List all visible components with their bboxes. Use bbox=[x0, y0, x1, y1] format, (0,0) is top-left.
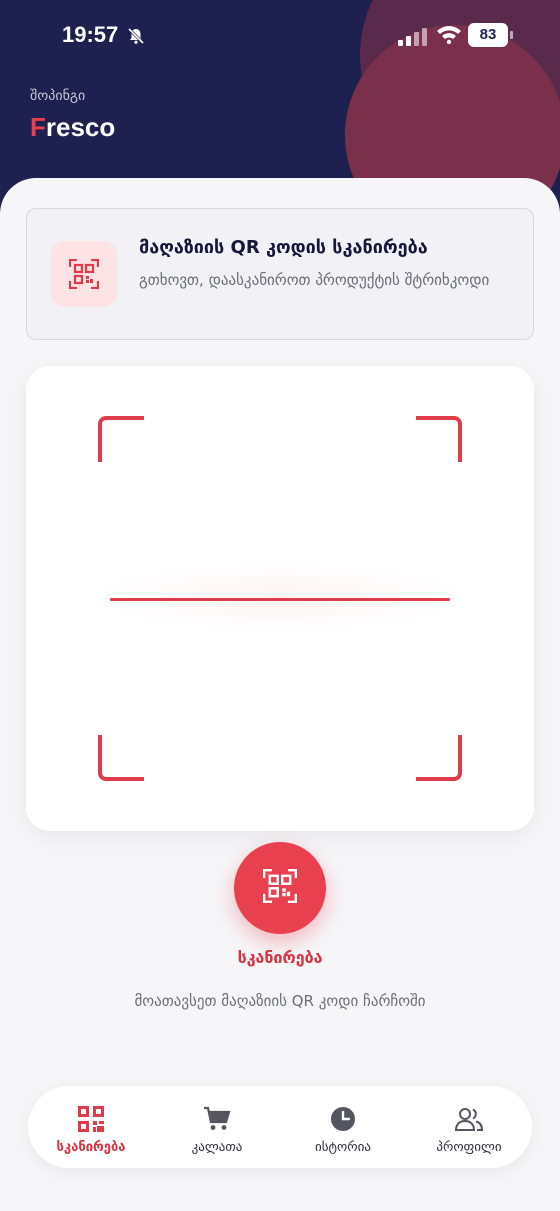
brand-logo: Fresco bbox=[30, 112, 115, 143]
status-time: 19:57 bbox=[62, 22, 119, 47]
status-bar: 19:57 83 bbox=[0, 18, 560, 54]
battery-tip bbox=[510, 31, 513, 39]
info-card-description: გთხოვთ, დაასკანიროთ პროდუქტის შტრიხკოდი bbox=[139, 271, 490, 289]
cellular-signal-icon bbox=[398, 28, 428, 50]
scan-line-glow bbox=[90, 562, 470, 632]
qr-icon bbox=[51, 241, 117, 307]
nav-label-cart: კალათა bbox=[191, 1140, 243, 1155]
cart-icon bbox=[203, 1104, 231, 1134]
qr-scan-icon bbox=[262, 868, 298, 907]
nav-item-profile[interactable]: პროფილი bbox=[406, 1086, 532, 1168]
nav-item-scan[interactable]: სკანირება bbox=[28, 1086, 154, 1168]
brand-initial: F bbox=[30, 112, 46, 142]
scan-info-card: მაღაზიის QR კოდის სკანირება გთხოვთ, დაას… bbox=[26, 208, 534, 340]
scan-button-label[interactable]: სკანირება bbox=[0, 948, 560, 967]
bell-muted-icon bbox=[126, 26, 146, 50]
scanner-viewfinder[interactable] bbox=[26, 366, 534, 831]
frame-corner-bottom-left bbox=[98, 735, 144, 781]
qr-icon bbox=[76, 1104, 106, 1134]
nav-label-history: ისტორია bbox=[315, 1140, 371, 1155]
frame-corner-top-left bbox=[98, 416, 144, 462]
frame-corner-bottom-right bbox=[416, 735, 462, 781]
scan-button[interactable] bbox=[234, 842, 326, 934]
scan-line bbox=[110, 598, 450, 601]
users-icon bbox=[454, 1104, 484, 1134]
frame-corner-top-right bbox=[416, 416, 462, 462]
wifi-icon bbox=[436, 24, 462, 48]
header-subtitle: შოპინგი bbox=[30, 88, 86, 104]
bottom-navigation: სკანირება კალათა ისტორია პროფილი bbox=[28, 1086, 532, 1168]
clock-icon bbox=[330, 1104, 356, 1134]
brand-rest: resco bbox=[45, 112, 116, 142]
nav-item-cart[interactable]: კალათა bbox=[154, 1086, 280, 1168]
battery-indicator: 83 bbox=[468, 23, 508, 47]
nav-label-profile: პროფილი bbox=[436, 1140, 502, 1155]
info-card-title: მაღაზიის QR კოდის სკანირება bbox=[139, 237, 428, 258]
scan-hint: მოათავსეთ მაღაზიის QR კოდი ჩარჩოში bbox=[134, 992, 426, 1010]
nav-item-history[interactable]: ისტორია bbox=[280, 1086, 406, 1168]
nav-label-scan: სკანირება bbox=[56, 1140, 126, 1155]
